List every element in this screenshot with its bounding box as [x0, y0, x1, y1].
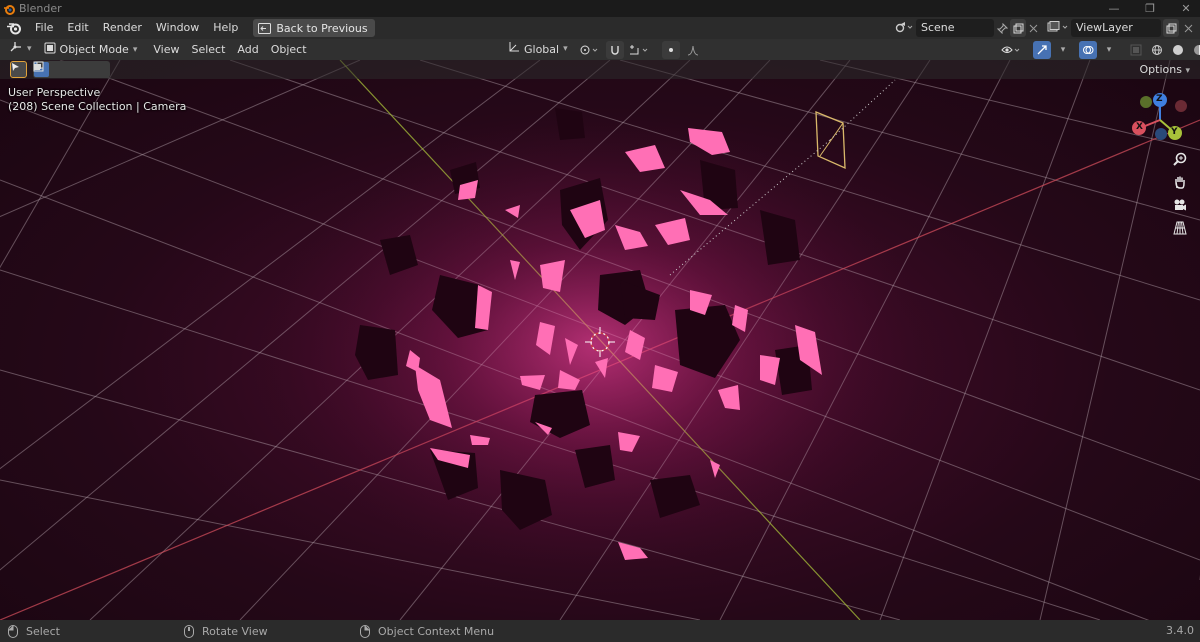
- chevron-down-icon: ▾: [132, 44, 138, 55]
- view3d-icon: [9, 39, 23, 60]
- delete-scene-icon[interactable]: [1026, 19, 1040, 37]
- menu-render[interactable]: Render: [96, 17, 149, 39]
- scene-name-field[interactable]: Scene: [916, 19, 994, 37]
- view-layer-browse-button[interactable]: [1045, 19, 1071, 37]
- status-context-menu-label: Object Context Menu: [378, 624, 495, 638]
- scene-icon: [895, 21, 913, 36]
- pin-scene-icon[interactable]: [994, 19, 1010, 37]
- header-menu-select[interactable]: Select: [185, 39, 231, 60]
- viewport-scene: [0, 60, 1200, 620]
- zoom-icon[interactable]: [1173, 152, 1191, 170]
- camera-view-icon[interactable]: [1173, 198, 1191, 216]
- select-intersect-icon[interactable]: [33, 61, 109, 77]
- view-layer-name-field[interactable]: ViewLayer: [1071, 19, 1161, 37]
- select-invert-icon[interactable]: [33, 61, 94, 77]
- snap-toggle-icon[interactable]: [605, 40, 624, 59]
- status-context-menu-hint: Object Context Menu: [360, 620, 494, 642]
- blender-logo-icon[interactable]: [6, 20, 22, 36]
- snap-target-icon[interactable]: [628, 41, 652, 59]
- orientation-icon: [508, 39, 520, 60]
- select-subtract-icon[interactable]: [34, 61, 79, 77]
- overlays-options-chevron-icon[interactable]: ▾: [1100, 41, 1118, 59]
- viewport-header: ▾ Object Mode ▾ View Select Add Object G…: [0, 39, 1200, 60]
- header-menu-add[interactable]: Add: [231, 39, 264, 60]
- overlays-toggle-icon[interactable]: [1079, 40, 1097, 59]
- gizmo-y-label: Y: [1171, 127, 1178, 137]
- close-window-button[interactable]: ✕: [1178, 2, 1194, 15]
- gizmo-options-chevron-icon[interactable]: ▾: [1054, 41, 1072, 59]
- window-titlebar: Blender — ❐ ✕: [0, 0, 1200, 17]
- view-layer-icon: [1047, 20, 1069, 36]
- header-menu-view[interactable]: View: [147, 39, 185, 60]
- orientation-label: Global: [524, 43, 560, 56]
- object-mode-dropdown[interactable]: Object Mode ▾: [38, 41, 144, 59]
- visibility-selectability-icon[interactable]: [1000, 41, 1024, 59]
- select-extend-icon[interactable]: [34, 61, 64, 77]
- falloff-curve-icon[interactable]: [684, 41, 702, 59]
- shading-wireframe-icon[interactable]: [1148, 41, 1166, 59]
- window-title: Blender: [19, 2, 62, 15]
- tool-settings-header: Options ▾: [0, 60, 1200, 79]
- pivot-point-icon[interactable]: [576, 41, 602, 59]
- mouse-left-click-icon: [8, 624, 18, 638]
- viewport-perspective-label: User Perspective: [8, 86, 101, 99]
- chevron-down-icon: ▾: [563, 44, 568, 54]
- transform-orientation-dropdown[interactable]: Global ▾: [504, 39, 572, 60]
- gizmo-x-label: X: [1136, 122, 1143, 132]
- object-mode-icon: [44, 42, 56, 57]
- mouse-right-click-icon: [360, 624, 370, 638]
- viewport-collection-info: (208) Scene Collection | Camera: [8, 100, 187, 113]
- select-tool-button[interactable]: [10, 61, 27, 78]
- gizmo-z-label: Z: [1156, 94, 1163, 104]
- minimize-button[interactable]: —: [1106, 2, 1122, 15]
- xray-toggle-icon[interactable]: [1127, 41, 1145, 59]
- selection-mode-group: [33, 61, 110, 78]
- status-bar: Select Rotate View Object Context Menu 3…: [0, 620, 1200, 642]
- options-label: Options: [1139, 63, 1182, 76]
- back-arrow-icon: [258, 22, 272, 34]
- menu-edit[interactable]: Edit: [60, 17, 95, 39]
- status-select-hint: Select: [8, 620, 60, 642]
- status-select-label: Select: [26, 624, 60, 638]
- 3d-viewport[interactable]: Z X Y Options ▾ User Perspective (208) S…: [0, 60, 1200, 620]
- object-mode-label: Object Mode: [59, 43, 129, 56]
- mouse-middle-click-icon: [184, 624, 194, 638]
- maximize-button[interactable]: ❐: [1142, 2, 1158, 15]
- new-view-layer-icon[interactable]: [1163, 19, 1179, 37]
- pan-hand-icon[interactable]: [1173, 175, 1191, 193]
- perspective-toggle-icon[interactable]: [1173, 221, 1191, 239]
- camera-target-line: [829, 79, 896, 141]
- menu-file[interactable]: File: [28, 17, 60, 39]
- chevron-down-icon: ▾: [1185, 66, 1190, 76]
- menu-window[interactable]: Window: [149, 17, 206, 39]
- blender-version: 3.4.0: [1166, 624, 1194, 637]
- shading-material-icon[interactable]: [1190, 41, 1200, 59]
- delete-view-layer-icon[interactable]: [1181, 19, 1195, 37]
- proportional-editing-icon[interactable]: [661, 40, 680, 59]
- back-to-previous-label: Back to Previous: [276, 21, 368, 35]
- shading-solid-icon[interactable]: [1169, 41, 1187, 59]
- new-scene-icon[interactable]: [1010, 19, 1026, 37]
- status-rotate-hint: Rotate View: [184, 620, 268, 642]
- back-to-previous-button[interactable]: Back to Previous: [253, 19, 375, 37]
- editor-type-button[interactable]: ▾: [0, 39, 38, 60]
- chevron-down-icon: ▾: [27, 44, 32, 54]
- header-menu-object[interactable]: Object: [265, 39, 313, 60]
- gizmo-toggle-icon[interactable]: [1033, 40, 1051, 59]
- menu-help[interactable]: Help: [206, 17, 245, 39]
- status-rotate-label: Rotate View: [202, 624, 268, 638]
- options-dropdown[interactable]: Options ▾: [1136, 60, 1194, 79]
- blender-app-icon: [3, 3, 15, 15]
- scene-browse-button[interactable]: [893, 19, 915, 37]
